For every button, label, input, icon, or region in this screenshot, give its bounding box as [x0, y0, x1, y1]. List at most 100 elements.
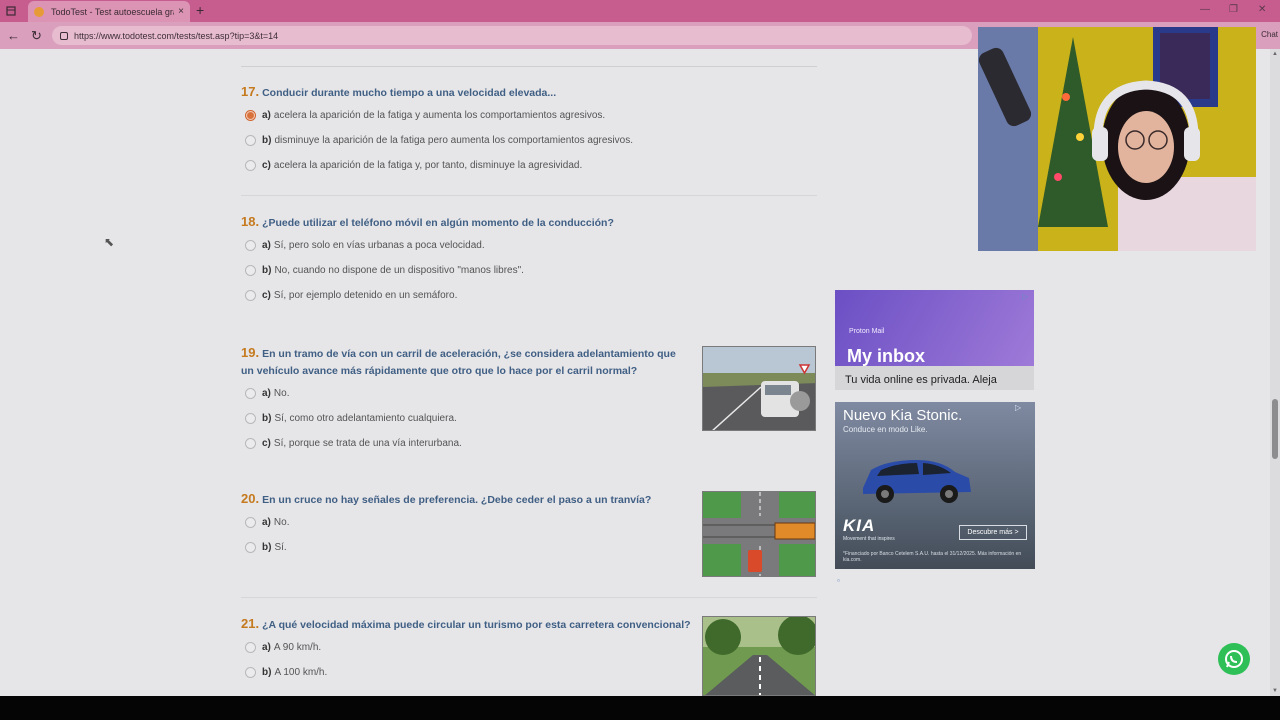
radio-button[interactable]: [245, 240, 256, 251]
question-number: 21.: [241, 616, 260, 631]
option-letter: a): [262, 388, 271, 399]
question-text: ¿A qué velocidad máxima puede circular u…: [262, 619, 691, 631]
option-b[interactable]: b) A 100 km/h.: [245, 667, 327, 678]
scroll-up-icon[interactable]: ▲: [1272, 51, 1278, 57]
option-letter: c): [262, 160, 271, 171]
tab-bar: TodoTest - Test autoescuela gratis × + —…: [0, 0, 1280, 22]
option-text: A 90 km/h.: [273, 642, 322, 653]
question-number: 19.: [241, 345, 260, 360]
option-letter: a): [262, 110, 271, 121]
option-letter: b): [262, 667, 272, 678]
radio-button[interactable]: [245, 135, 256, 146]
proton-mail-ad[interactable]: Proton Mail My inbox Tu vida online es p…: [835, 290, 1034, 390]
ad-info-icon[interactable]: ▫: [837, 576, 840, 585]
scrollbar[interactable]: ▲ ▼: [1270, 49, 1280, 696]
tab-close-icon[interactable]: ×: [178, 6, 184, 17]
option-b[interactable]: b) No, cuando no dispone de un dispositiv…: [245, 265, 524, 276]
option-text: Sí.: [274, 542, 287, 553]
option-letter: a): [262, 517, 271, 528]
site-info-icon[interactable]: [60, 31, 68, 40]
option-letter: a): [262, 642, 271, 653]
radio-button[interactable]: [245, 388, 256, 399]
question-18: 18. ¿Puede utilizar el teléfono móvil en …: [241, 213, 817, 301]
radio-button[interactable]: [245, 542, 256, 553]
option-letter: b): [262, 413, 272, 424]
option-text: acelera la aparición de la fatiga y, por…: [273, 160, 583, 171]
taskbar-strip: [0, 696, 1280, 720]
ad-headline: My inbox: [847, 346, 926, 366]
radio-button[interactable]: [245, 517, 256, 528]
divider: [241, 597, 817, 598]
option-text: No.: [273, 517, 290, 528]
option-c[interactable]: c) Sí, porque se trata de una vía interur…: [245, 438, 462, 449]
adchoices-icon[interactable]: ▷: [1022, 292, 1028, 301]
radio-button[interactable]: [245, 413, 256, 424]
ad-banner-image: Proton Mail My inbox: [835, 290, 1034, 366]
option-a[interactable]: a) A 90 km/h.: [245, 642, 321, 653]
option-text: Sí, pero solo en vías urbanas a poca vel…: [273, 240, 485, 251]
option-c[interactable]: c) Sí, por ejemplo detenido en un semáfor…: [245, 290, 457, 301]
radio-button[interactable]: [245, 642, 256, 653]
option-text: Sí, como otro adelantamiento cualquiera.: [274, 413, 457, 424]
chat-label[interactable]: Chat: [1261, 30, 1278, 39]
option-text: acelera la aparición de la fatiga y aume…: [273, 110, 606, 121]
tab-title: TodoTest - Test autoescuela gratis: [51, 6, 175, 17]
question-text: En un cruce no hay señales de preferenci…: [262, 494, 652, 506]
option-a[interactable]: a) Sí, pero solo en vías urbanas a poca v…: [245, 240, 485, 251]
option-letter: c): [262, 438, 271, 449]
radio-button[interactable]: [245, 667, 256, 678]
ad-brand: Proton Mail: [849, 328, 885, 335]
question-number: 18.: [241, 214, 260, 229]
question-number: 17.: [241, 84, 260, 99]
back-arrow-icon[interactable]: ←: [7, 28, 20, 43]
minimize-icon[interactable]: —: [1200, 4, 1210, 15]
todotest-favicon-icon: [34, 6, 44, 17]
option-b[interactable]: b) disminuye la aparición de la fatiga pe…: [245, 135, 633, 146]
mouse-cursor-icon: ⬉: [104, 235, 115, 249]
scroll-down-icon[interactable]: ▼: [1272, 688, 1278, 694]
option-a[interactable]: a) No.: [245, 517, 289, 528]
radio-button[interactable]: [245, 160, 256, 171]
radio-button[interactable]: [245, 290, 256, 301]
divider: [241, 66, 817, 67]
option-b[interactable]: b) Sí, como otro adelantamiento cualquier…: [245, 413, 457, 424]
ad-subline: Conduce en modo Like.: [843, 425, 928, 434]
option-text: A 100 km/h.: [274, 667, 328, 678]
new-tab-button[interactable]: +: [196, 2, 204, 18]
question-number: 20.: [241, 491, 260, 506]
option-text: disminuye la aparición de la fatiga pero…: [274, 135, 633, 146]
whatsapp-button[interactable]: [1218, 643, 1250, 675]
option-text: No, cuando no dispone de un dispositivo …: [274, 265, 524, 276]
option-a[interactable]: a) No.: [245, 388, 289, 399]
reload-icon[interactable]: ↻: [31, 28, 42, 44]
option-letter: b): [262, 135, 272, 146]
tab-todotest[interactable]: TodoTest - Test autoescuela gratis ×: [28, 1, 190, 22]
option-b[interactable]: b) Sí.: [245, 542, 287, 553]
ad-tagline: Tu vida online es privada. Aleja: [845, 374, 997, 386]
kia-ad[interactable]: Nuevo Kia Stonic. Conduce en modo Like. …: [835, 402, 1035, 569]
radio-button[interactable]: [245, 265, 256, 276]
adchoices-icon[interactable]: ▷: [1015, 403, 1021, 412]
ad-fine-print: *Financiado por Banco Cetelem S.A.U. has…: [843, 551, 1022, 563]
option-letter: c): [262, 290, 271, 301]
question-19-image: [702, 346, 816, 431]
webcam-overlay: [978, 27, 1256, 251]
descubre-mas-button[interactable]: Descubre más >: [959, 525, 1027, 540]
ad-headline: Nuevo Kia Stonic.: [843, 407, 963, 424]
question-17: 17. Conducir durante mucho tiempo a una v…: [241, 83, 817, 196]
option-letter: b): [262, 265, 272, 276]
maximize-icon[interactable]: ❐: [1229, 4, 1238, 15]
radio-button-selected[interactable]: [245, 110, 256, 121]
window-close-icon[interactable]: ✕: [1258, 4, 1266, 15]
question-heading: 18. ¿Puede utilizar el teléfono móvil en …: [241, 213, 817, 232]
question-heading: 19. En un tramo de vía con un carril de a…: [241, 344, 681, 380]
option-a[interactable]: a) acelera la aparición de la fatiga y au…: [245, 110, 605, 121]
radio-button[interactable]: [245, 438, 256, 449]
option-letter: a): [262, 240, 271, 251]
ad-motto: Movement that inspires: [843, 536, 895, 542]
option-c[interactable]: c) acelera la aparición de la fatiga y, p…: [245, 160, 582, 171]
option-text: No.: [273, 388, 290, 399]
scrollbar-thumb[interactable]: [1272, 399, 1278, 459]
address-bar[interactable]: https://www.todotest.com/tests/test.asp?…: [52, 26, 972, 45]
window-menu-icon[interactable]: [0, 0, 22, 22]
